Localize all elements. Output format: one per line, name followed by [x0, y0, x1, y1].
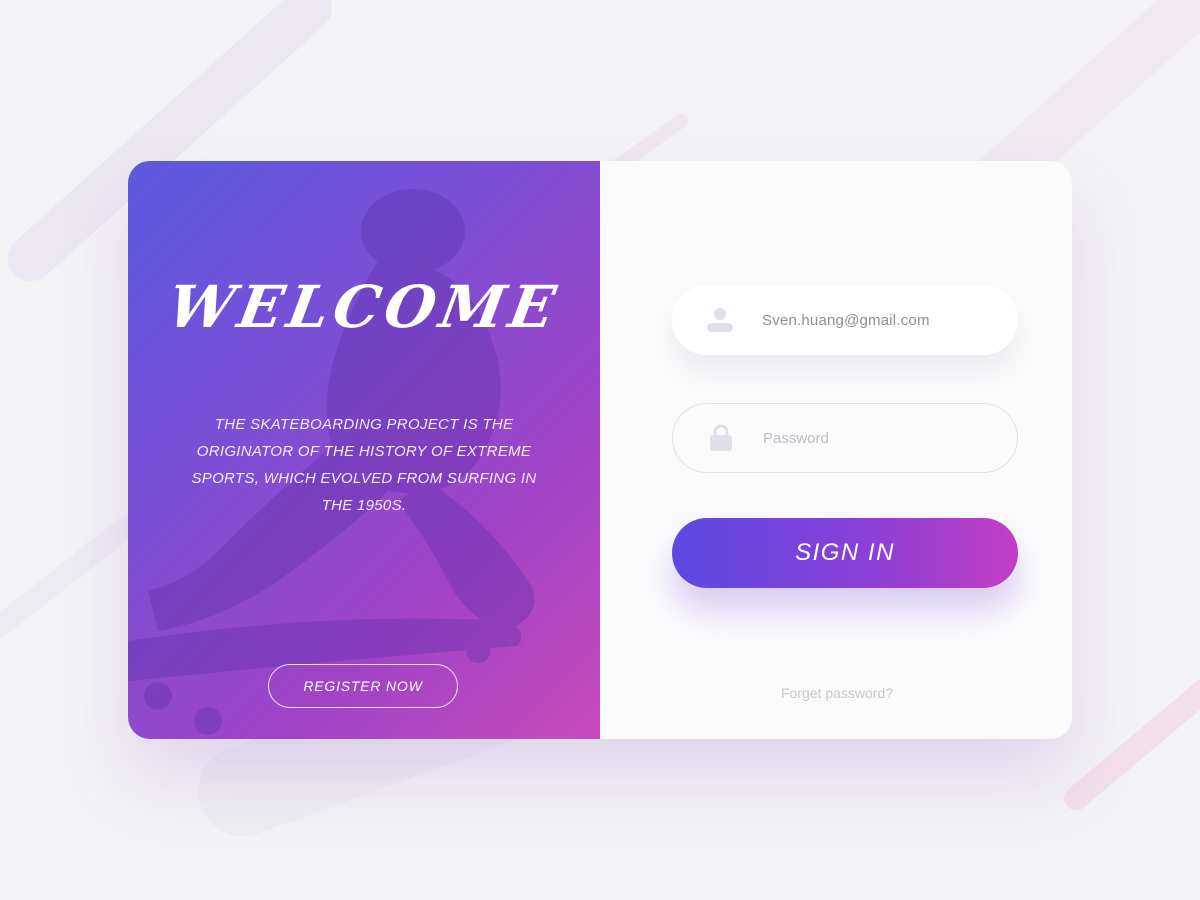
password-field[interactable]: Password: [672, 403, 1018, 473]
decorative-stripe: [1059, 648, 1200, 816]
email-value: Sven.huang@gmail.com: [762, 311, 930, 329]
lock-icon: [710, 424, 732, 451]
login-panel: Sven.huang@gmail.com Password SIGN IN Fo…: [600, 161, 1072, 739]
email-field[interactable]: Sven.huang@gmail.com: [672, 285, 1018, 355]
register-now-button[interactable]: REGISTER NOW: [268, 664, 458, 708]
welcome-title: WELCOME: [162, 273, 566, 341]
welcome-panel: WELCOME The skateboarding project is the…: [128, 161, 600, 739]
password-placeholder: Password: [763, 429, 829, 447]
tagline-text: The skateboarding project is the origina…: [191, 416, 537, 514]
login-card: WELCOME The skateboarding project is the…: [128, 161, 1072, 739]
sign-in-button[interactable]: SIGN IN: [672, 518, 1018, 588]
user-icon: [707, 308, 733, 332]
forget-password-link[interactable]: Forget password?: [672, 685, 1002, 701]
